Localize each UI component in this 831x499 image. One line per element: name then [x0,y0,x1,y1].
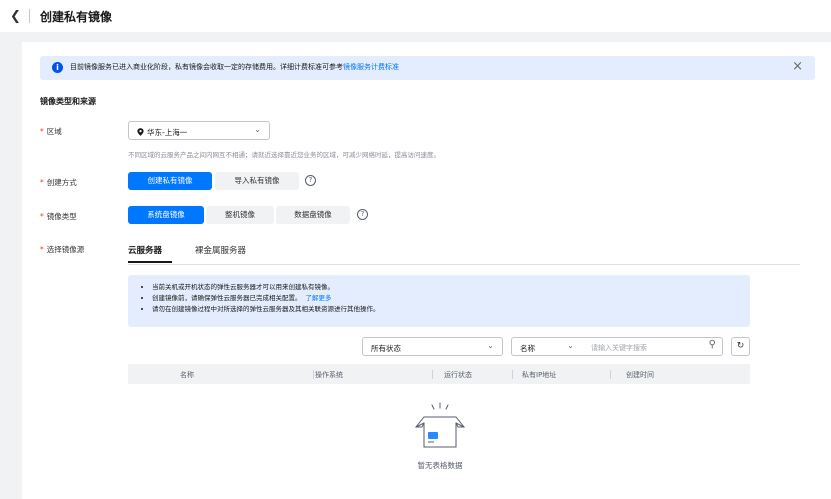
column-header-private-ip: 私有IP地址 [522,371,557,379]
full-ecs-image-option[interactable]: 整机镜像 [206,206,274,224]
close-icon[interactable]: × [792,59,803,74]
image-type-label: * 镜像类型 [40,211,77,222]
empty-box-icon [414,402,466,448]
tip-item: 创建镜像前，请确保弹性云服务器已完成相关配置。了解更多 [152,293,380,304]
tab-bms[interactable]: 裸金属服务器 [195,244,246,256]
search-input[interactable]: 请输入关键字搜索 ⚲ [582,337,723,356]
empty-state-text: 暂无表格数据 [417,461,463,470]
required-mark: * [40,245,44,254]
tab-ecs[interactable]: 云服务器 [128,244,162,256]
required-mark: * [40,212,44,221]
active-tab-indicator [128,261,172,263]
page-title: 创建私有镜像 [40,10,113,24]
region-label: * 区域 [40,126,62,137]
location-pin-icon [137,128,144,136]
column-divider [313,370,314,379]
chevron-down-icon: ⌄ [567,341,574,350]
notice-message: 目前镜像服务已进入商业化阶段，私有镜像会收取一定的存储费用。详细计费标准可参考 [70,63,343,71]
notice-text: 目前镜像服务已进入商业化阶段，私有镜像会收取一定的存储费用。详细计费标准可参考镜… [70,62,399,72]
search-field-value: 名称 [520,344,535,353]
system-disk-image-option[interactable]: 系统盘镜像 [128,206,204,224]
column-divider [432,370,433,379]
status-filter-value: 所有状态 [371,344,401,353]
tips-box: 当前关机或开机状态的弹性云服务器才可以用来创建私有镜像。 创建镜像前，请确保弹性… [128,275,750,327]
required-mark: * [40,178,44,187]
import-private-image-option[interactable]: 导入私有镜像 [215,172,299,190]
help-icon[interactable]: ? [305,175,316,186]
column-header-created: 创建时间 [626,371,654,379]
tabs-divider [128,264,800,265]
refresh-icon[interactable]: ↻ [731,337,750,356]
help-icon[interactable]: ? [357,209,368,220]
tip-item-text: 创建镜像前，请确保弹性云服务器已完成相关配置。 [152,294,302,302]
image-source-label-text: 选择镜像源 [46,245,85,254]
region-hint: 不同区域的云服务产品之间内网互不相通；请就近选择靠近您业务的区域，可减少网络时延… [128,151,440,159]
info-icon: i [52,62,63,73]
region-value-text: 华东-上海一 [147,128,188,137]
column-divider [610,370,611,379]
status-filter-select[interactable]: 所有状态 ⌄ [362,337,503,356]
column-header-name: 名称 [180,371,194,379]
region-label-text: 区域 [46,127,62,136]
tips-list: 当前关机或开机状态的弹性云服务器才可以用来创建私有镜像。 创建镜像前，请确保弹性… [152,282,380,315]
tip-item: 当前关机或开机状态的弹性云服务器才可以用来创建私有镜像。 [152,282,380,293]
billing-link[interactable]: 镜像服务计费标准 [343,63,399,71]
learn-more-link[interactable]: 了解更多 [306,294,332,302]
data-disk-image-option[interactable]: 数据盘镜像 [276,206,350,224]
create-private-image-option[interactable]: 创建私有镜像 [128,172,212,190]
notice-banner: i 目前镜像服务已进入商业化阶段，私有镜像会收取一定的存储费用。详细计费标准可参… [40,56,815,80]
image-type-label-text: 镜像类型 [46,212,77,221]
chevron-down-icon: ⌄ [254,125,261,134]
create-method-label-text: 创建方式 [46,178,77,187]
section-title: 镜像类型和来源 [40,97,96,106]
search-field-select[interactable]: 名称 ⌄ [511,337,583,356]
region-value: 华东-上海一 [137,127,187,138]
column-divider [512,370,513,379]
region-select[interactable]: 华东-上海一 ⌄ [128,121,270,140]
search-icon[interactable]: ⚲ [709,339,716,350]
table-header: 名称 操作系统 运行状态 私有IP地址 创建时间 [128,364,750,384]
top-bar: ❮ 创建私有镜像 [0,0,831,32]
tip-item: 请勿在创建镜像过程中对所选择的弹性云服务器及其相关联资源进行其他操作。 [152,304,380,315]
create-method-label: * 创建方式 [40,177,77,188]
required-mark: * [40,127,44,136]
search-placeholder: 请输入关键字搜索 [591,344,647,352]
column-header-status: 运行状态 [444,371,472,379]
chevron-down-icon: ⌄ [487,341,494,350]
chevron-left-icon[interactable]: ❮ [10,9,21,24]
column-header-os: 操作系统 [315,371,343,379]
divider [29,9,30,23]
image-source-label: * 选择镜像源 [40,244,84,255]
